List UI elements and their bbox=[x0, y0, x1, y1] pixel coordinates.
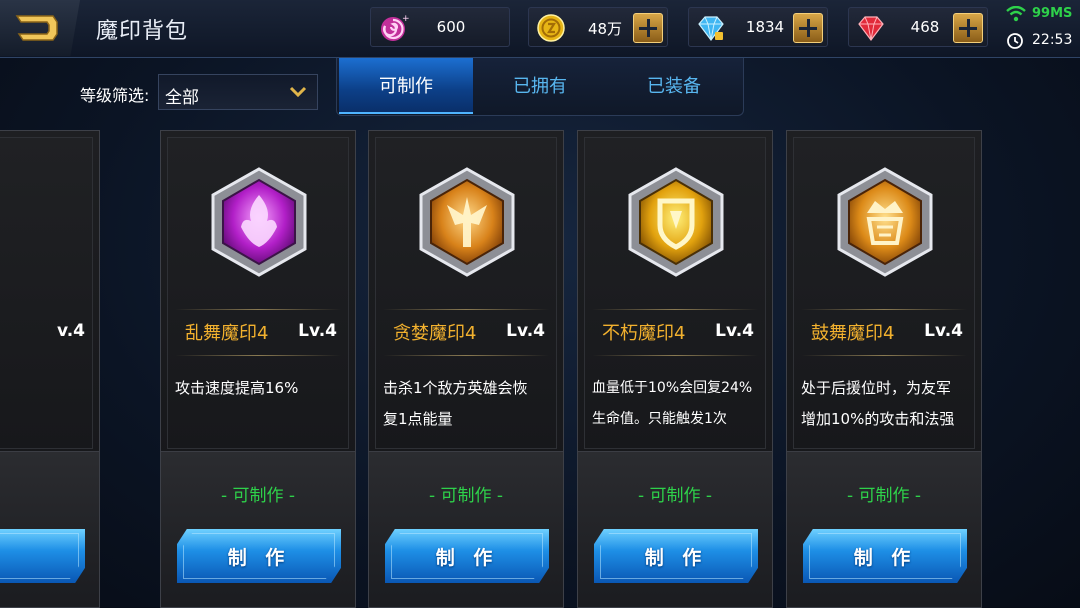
page-title: 魔印背包 bbox=[96, 19, 189, 44]
diamond-value: 1834 bbox=[745, 18, 785, 36]
back-button[interactable] bbox=[0, 0, 80, 56]
seal-description: 攻击速度提高16% bbox=[175, 379, 299, 397]
ruby-value: 468 bbox=[910, 18, 940, 36]
status-panel: 99MS 22:53 bbox=[1000, 0, 1080, 58]
ruby-display: 468 bbox=[848, 7, 988, 47]
tab-bar: 可制作 已拥有 已装备 bbox=[336, 58, 744, 116]
ping-value: 99MS bbox=[1032, 6, 1073, 21]
ruby-add-button[interactable] bbox=[953, 13, 983, 43]
seal-description: 血量低于10%会回复24% 生命值。只能触发1次 bbox=[592, 380, 753, 427]
seal-description: 击杀1个敌方英雄会恢 复1点能量 bbox=[383, 379, 528, 428]
make-button[interactable]: 制 作 bbox=[594, 529, 758, 583]
gold-add-button[interactable] bbox=[633, 13, 663, 43]
orange-crown-seal-icon bbox=[837, 167, 933, 277]
partial-make-button[interactable] bbox=[0, 529, 85, 583]
seal-card[interactable]: 乱舞魔印4 Lv.4 攻击速度提高16% - 可制作 - 制 作 bbox=[160, 130, 356, 608]
seal-name: 贪婪魔印4 bbox=[393, 323, 477, 344]
gold-coin-icon bbox=[537, 14, 565, 42]
tab-owned[interactable]: 已拥有 bbox=[473, 58, 607, 114]
seal-card[interactable]: 不朽魔印4 Lv.4 血量低于10%会回复24% 生命值。只能触发1次 - 可制… bbox=[577, 130, 773, 608]
seal-name: 鼓舞魔印4 bbox=[811, 323, 895, 344]
clock-value: 22:53 bbox=[1032, 32, 1073, 48]
orange-wings-seal-icon bbox=[419, 167, 515, 277]
seal-card-list: v.4 乱舞魔印4 Lv.4 攻击速度提高16% - 可制作 - 制 作 贪婪魔… bbox=[0, 130, 1080, 608]
wifi-icon bbox=[1006, 6, 1026, 22]
gold-shield-seal-icon bbox=[628, 167, 724, 277]
diamond-add-button[interactable] bbox=[793, 13, 823, 43]
level-filter-dropdown[interactable]: 全部 bbox=[158, 74, 318, 110]
filter-selected-value: 全部 bbox=[165, 88, 199, 108]
tab-craftable[interactable]: 可制作 bbox=[339, 58, 473, 114]
seal-card[interactable]: 贪婪魔印4 Lv.4 击杀1个敌方英雄会恢 复1点能量 - 可制作 - 制 作 bbox=[368, 130, 564, 608]
seal-description: 处于后援位时，为友军 增加10%的攻击和法强 bbox=[801, 379, 955, 428]
swirl-currency-display: + 600 bbox=[370, 7, 510, 47]
back-arrow-icon bbox=[15, 15, 58, 41]
gold-display: 48万 bbox=[528, 7, 668, 47]
top-bar: 魔印背包 + 600 48万 1834 468 99MS 22:53 bbox=[0, 0, 1080, 58]
filter-label: 等级筛选: bbox=[80, 86, 150, 105]
gold-value: 48万 bbox=[587, 20, 623, 38]
craftable-status: - 可制作 - bbox=[637, 486, 713, 506]
seal-card-partial[interactable]: v.4 bbox=[0, 130, 100, 608]
craftable-status: - 可制作 - bbox=[428, 486, 504, 506]
blue-diamond-icon bbox=[698, 16, 724, 41]
tab-equipped[interactable]: 已装备 bbox=[607, 58, 741, 114]
svg-text:+: + bbox=[402, 14, 409, 24]
purple-flame-seal-icon bbox=[211, 167, 307, 277]
red-gem-icon bbox=[858, 16, 884, 41]
make-button[interactable]: 制 作 bbox=[385, 529, 549, 583]
chevron-down-icon bbox=[289, 86, 307, 98]
swirl-currency-value: 600 bbox=[436, 18, 466, 36]
seal-name: 不朽魔印4 bbox=[602, 323, 686, 344]
pink-swirl-icon: + bbox=[381, 14, 409, 41]
seal-level: v.4 bbox=[57, 321, 85, 341]
clock-icon bbox=[1007, 33, 1023, 49]
seal-level: Lv.4 bbox=[715, 321, 754, 341]
seal-level: Lv.4 bbox=[506, 321, 545, 341]
craftable-status: - 可制作 - bbox=[846, 486, 922, 506]
make-button[interactable]: 制 作 bbox=[177, 529, 341, 583]
seal-card[interactable]: 鼓舞魔印4 Lv.4 处于后援位时，为友军 增加10%的攻击和法强 - 可制作 … bbox=[786, 130, 982, 608]
seal-name: 乱舞魔印4 bbox=[185, 323, 269, 344]
seal-level: Lv.4 bbox=[298, 321, 337, 341]
diamond-display: 1834 bbox=[688, 7, 828, 47]
seal-level: Lv.4 bbox=[924, 321, 963, 341]
make-button[interactable]: 制 作 bbox=[803, 529, 967, 583]
craftable-status: - 可制作 - bbox=[220, 486, 296, 506]
